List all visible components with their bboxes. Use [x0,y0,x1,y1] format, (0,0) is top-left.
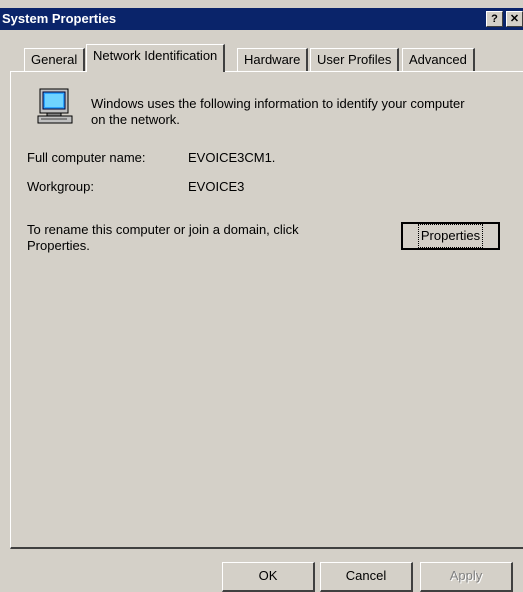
workgroup-value: EVOICE3 [188,179,245,194]
computer-icon [37,88,73,126]
rename-instructions-line-1: To rename this computer or join a domain… [27,222,299,237]
title-bar[interactable]: System Properties ? ✕ [0,8,523,30]
help-button[interactable]: ? [486,11,503,27]
close-button[interactable]: ✕ [506,11,523,27]
ok-button-label: OK [258,568,278,583]
properties-button-label: Properties [417,224,484,248]
ok-button[interactable]: OK [222,562,315,592]
tab-advanced[interactable]: Advanced [402,48,475,71]
description-line-1: Windows uses the following information t… [91,96,465,111]
tab-general[interactable]: General [24,48,86,71]
full-computer-name-value: EVOICE3CM1. [188,150,276,165]
tab-user-profiles[interactable]: User Profiles [310,48,400,71]
tab-strip: General Network Identification Hardware … [0,44,523,72]
cancel-button[interactable]: Cancel [320,562,413,592]
window-title: System Properties [2,11,117,26]
rename-instructions-line-2: Properties. [27,238,90,253]
tab-hardware[interactable]: Hardware [237,48,309,71]
apply-button-label: Apply [449,568,483,583]
tab-network-identification[interactable]: Network Identification [86,44,226,72]
properties-button[interactable]: Properties [401,222,500,250]
full-computer-name-label: Full computer name: [27,150,146,165]
workgroup-label: Workgroup: [27,179,94,194]
cancel-button-label: Cancel [345,568,387,583]
network-identification-panel: Windows uses the following information t… [10,71,523,549]
description-line-2: on the network. [91,112,180,127]
system-properties-window: System Properties ? ✕ General Network Id… [0,0,523,592]
apply-button: Apply [420,562,513,592]
